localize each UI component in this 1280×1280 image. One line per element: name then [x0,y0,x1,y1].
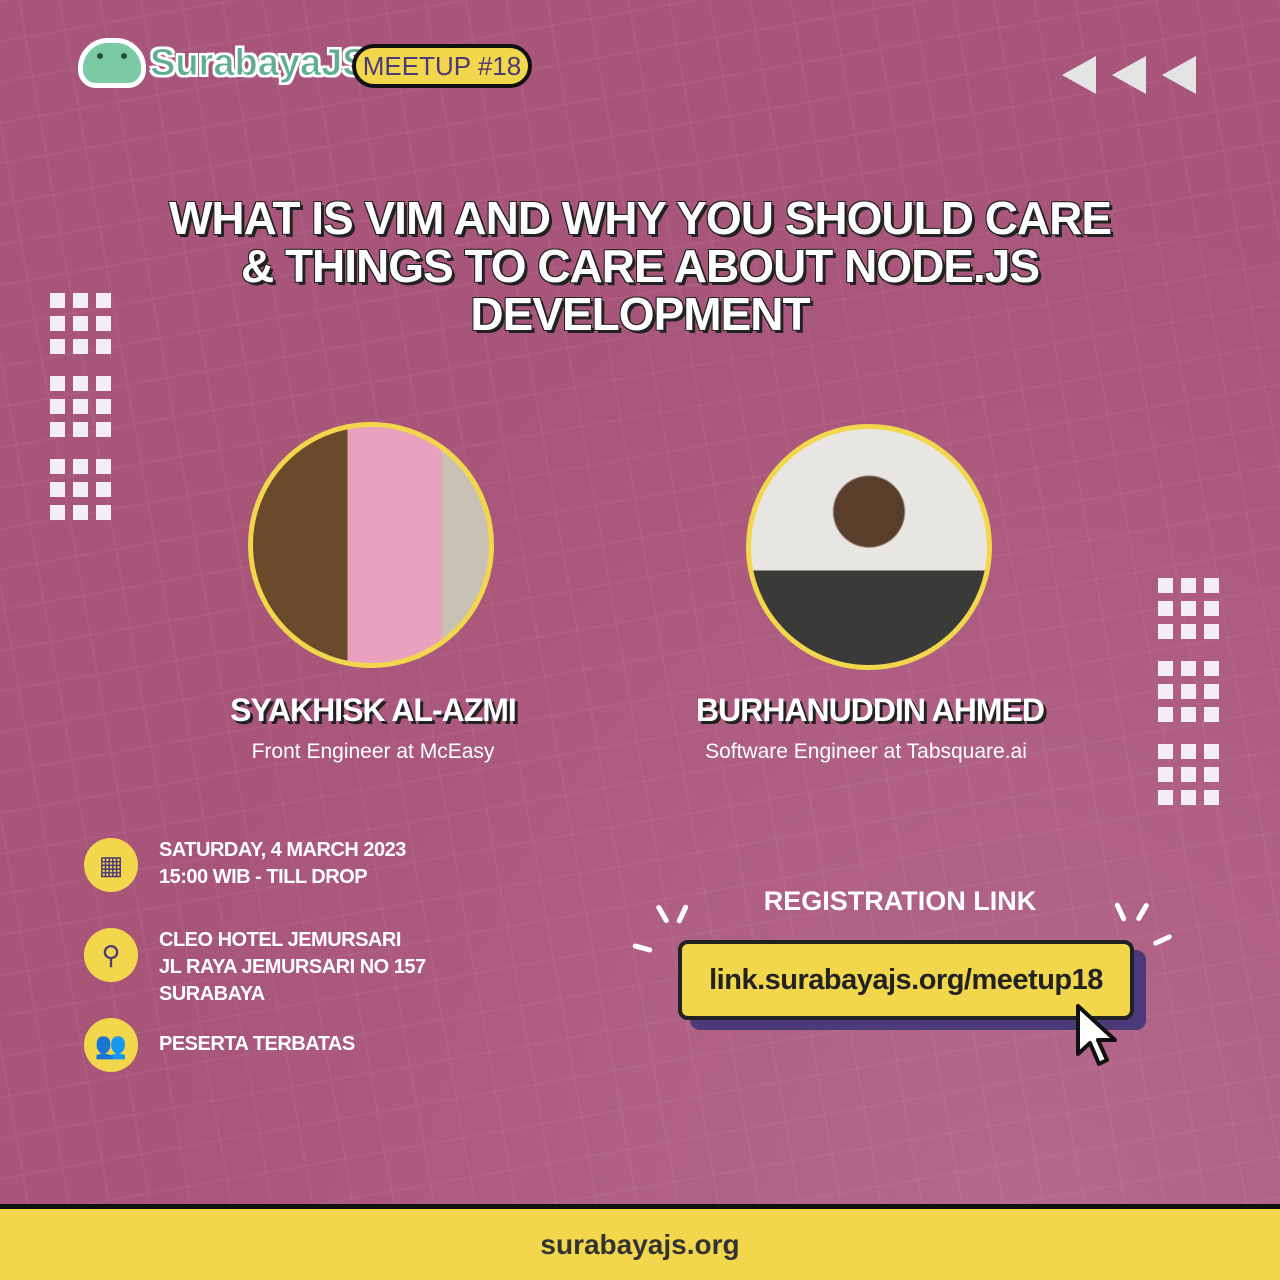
speaker-photo-1 [248,422,494,668]
speaker-name-1: SYAKHISK AL-AZMI [230,692,517,728]
speaker-role-1: Front Engineer at McEasy [251,740,495,763]
event-title: WHAT IS VIM AND WHY YOU SHOULD CARE & TH… [168,192,1112,340]
event-date: SATURDAY, 4 MARCH 2023 [159,839,406,861]
event-datetime: SATURDAY, 4 MARCH 2023 15:00 WIB - TILL … [159,837,406,891]
footer-website[interactable]: surabayajs.org [0,1204,1280,1280]
event-time: 15:00 WIB - TILL DROP [159,866,368,888]
calendar-icon: ▦ [84,838,138,892]
triangle-left-icon [1162,56,1196,94]
triangle-left-icon [1062,56,1096,94]
surabayajs-logo: SurabayaJS [78,38,368,88]
registration-link-button[interactable]: link.surabayajs.org/meetup18 [678,940,1134,1020]
cursor-pointer-icon [1076,1004,1117,1066]
people-icon: 👥 [84,1018,138,1072]
triangle-left-icon [1112,56,1146,94]
decorative-grid-left [50,293,111,520]
location-pin-icon: ⚲ [84,928,138,982]
decorative-grid-right [1158,578,1219,805]
city: SURABAYA [159,983,265,1005]
speaker-name-2: BURHANUDDIN AHMED [695,692,1045,728]
meetup-badge: MEETUP #18 [352,44,532,88]
address: JL RAYA JEMURSARI NO 157 [159,956,426,978]
speaker-role-2: Software Engineer at Tabsquare.ai [705,740,1027,763]
capacity: PESERTA TERBATAS [159,1033,355,1055]
registration-label: REGISTRATION LINK [763,886,1037,916]
logo-text: SurabayaJS [150,41,369,84]
event-location: CLEO HOTEL JEMURSARI JL RAYA JEMURSARI N… [159,927,426,1008]
decorative-arrows [1062,56,1196,94]
venue: CLEO HOTEL JEMURSARI [159,929,401,951]
speaker-photo-2 [746,424,992,670]
crocodile-icon [78,38,146,88]
